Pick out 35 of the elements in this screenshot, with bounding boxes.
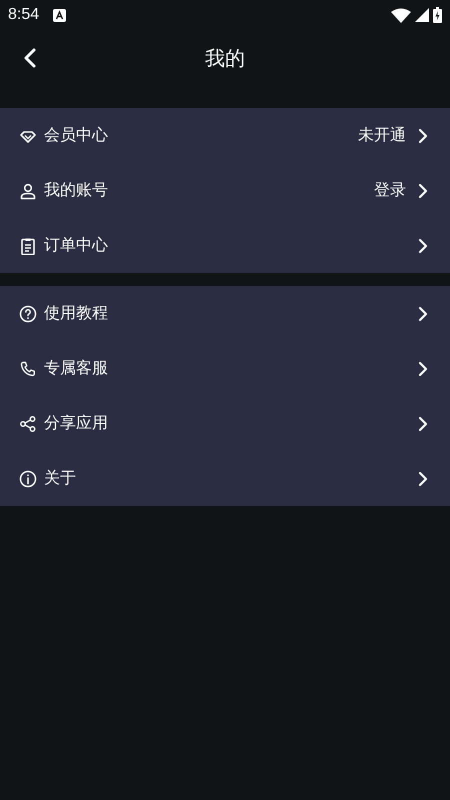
wifi-icon [391,8,411,22]
share-icon [19,414,37,432]
battery-icon [433,7,442,23]
help-icon [19,304,37,322]
notification-icon [53,8,66,22]
phone-icon [19,360,37,378]
chevron-icon [418,128,428,144]
clipboard-icon [19,236,37,254]
status-time: 8:54 [8,6,40,24]
menu-item[interactable]: 分享应用 [0,396,450,451]
chevron-icon [418,182,428,198]
menu-label: 分享应用 [44,413,108,434]
menu-value: 登录 [374,180,406,201]
info-icon [19,470,37,488]
chevron-icon [418,470,428,486]
menu-label: 我的账号 [44,180,108,201]
chevron-icon [418,360,428,376]
menu-label: 专属客服 [44,358,108,379]
menu-item[interactable]: 我的账号 登录 [0,163,450,218]
menu-item[interactable]: 会员中心 未开通 [0,108,450,163]
chevron-icon [418,416,428,432]
menu-item[interactable]: 订单中心 [0,218,450,273]
chevron-icon [418,238,428,254]
signal-icon [415,8,429,22]
user-icon [19,182,37,200]
menu-item[interactable]: 关于 [0,451,450,506]
menu-value: 未开通 [358,125,406,146]
page-title: 我的 [205,44,245,72]
menu-label: 会员中心 [44,125,108,146]
menu-label: 订单中心 [44,235,108,256]
chevron-icon [418,306,428,322]
menu-label: 使用教程 [44,303,108,324]
menu-label: 关于 [44,468,76,489]
menu-item[interactable]: 使用教程 [0,286,450,341]
menu-item[interactable]: 专属客服 [0,341,450,396]
